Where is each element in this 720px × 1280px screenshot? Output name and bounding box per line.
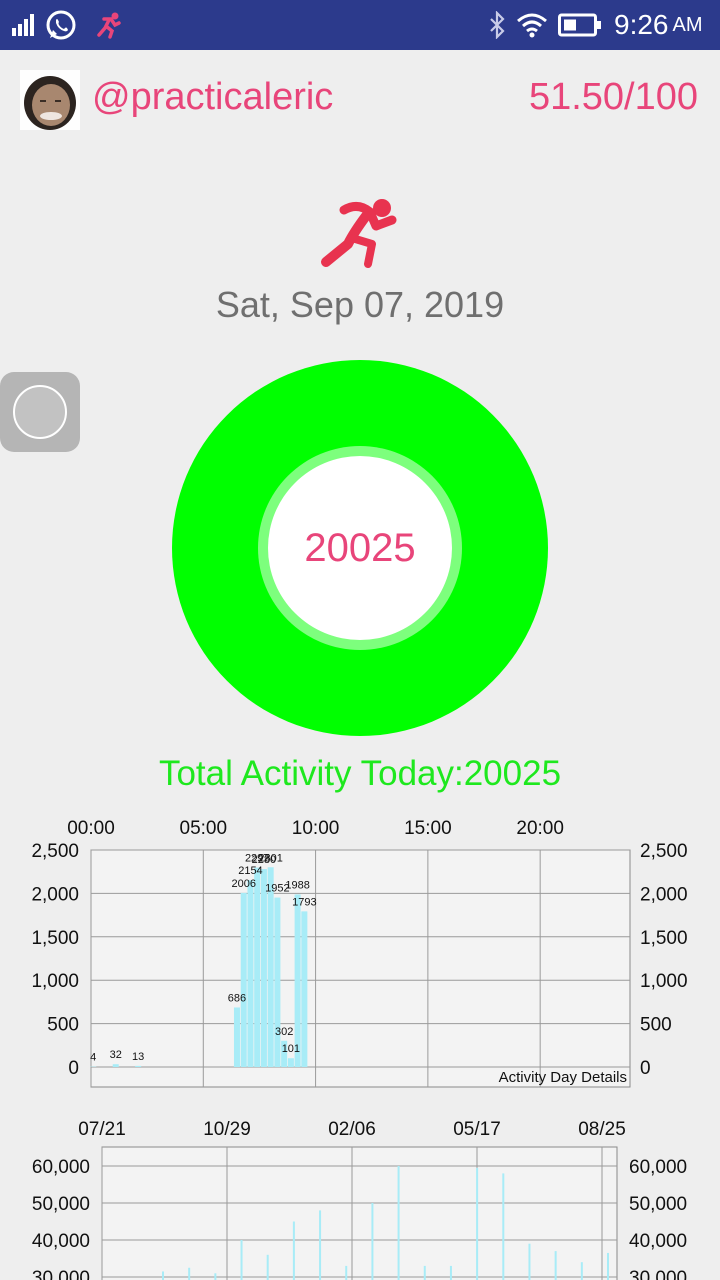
clock-ampm: AM (672, 13, 703, 36)
y-tick-label-left: 60,000 (32, 1157, 90, 1178)
data-label: 2154 (238, 865, 262, 877)
clock-time: 9:26 (614, 9, 669, 40)
chart-bar (266, 1254, 269, 1280)
y-tick-label-right: 2,500 (640, 841, 688, 862)
chart-bar (319, 1210, 322, 1280)
chart-bar (476, 1167, 479, 1280)
x-tick-label: 05/17 (453, 1119, 501, 1140)
chart-bar (162, 1271, 164, 1280)
chart-bar (449, 1265, 452, 1280)
chart-bar (188, 1267, 191, 1280)
status-bar: 9:26 AM (0, 0, 720, 50)
chart-bar (294, 894, 301, 1067)
y-tick-label-right: 0 (640, 1058, 651, 1079)
y-tick-label-left: 500 (47, 1015, 79, 1036)
data-label: 101 (282, 1043, 300, 1055)
data-label: 32 (110, 1049, 122, 1061)
floating-assist-button[interactable] (0, 372, 80, 452)
chart-plot-area (90, 849, 631, 1088)
data-label: 13 (132, 1051, 144, 1063)
data-label: 1793 (292, 896, 316, 908)
activity-ring: 20025 (172, 360, 548, 736)
chart-bar (287, 1058, 294, 1067)
x-tick-label: 07/21 (78, 1119, 126, 1140)
chart-bar (345, 1265, 348, 1280)
y-tick-label-right: 2,000 (640, 884, 688, 905)
score: 51.50/100 (528, 76, 698, 118)
signal-icon (12, 0, 36, 50)
y-tick-label-right: 60,000 (629, 1157, 687, 1178)
whatsapp-icon (45, 0, 77, 50)
data-label: 302 (275, 1026, 293, 1038)
x-tick-label: 00:00 (67, 818, 115, 839)
chart-bar (397, 1166, 400, 1280)
y-tick-label-right: 40,000 (629, 1231, 687, 1252)
activity-center-value: 20025 (268, 456, 452, 640)
chart-bar (240, 1240, 243, 1280)
chart-bar (135, 1065, 142, 1067)
battery-icon (558, 0, 602, 50)
day-activity-chart: 0 0 500 500 1,000 1,000 1,500 1,500 2,000 2,000 2,… (31, 818, 688, 1088)
chart-bar (233, 1007, 240, 1067)
wifi-icon (516, 0, 548, 50)
runner-notification-icon (95, 0, 123, 50)
data-label: 4 (90, 1052, 96, 1064)
chart-bar (580, 1262, 583, 1280)
y-tick-label-left: 2,500 (31, 841, 79, 862)
chart-bar (260, 869, 267, 1067)
bluetooth-icon (488, 0, 506, 50)
chart-bar (528, 1243, 531, 1280)
history-activity-chart: 60,000 60,000 50,000 50,000 40,000 40,000 30,0… (32, 1119, 687, 1280)
x-tick-label: 05:00 (180, 818, 228, 839)
chart-bar (214, 1273, 217, 1280)
x-tick-label: 20:00 (516, 818, 564, 839)
y-tick-label-left: 50,000 (32, 1194, 90, 1215)
chart-bar (423, 1265, 426, 1280)
chart-bar (240, 892, 247, 1067)
chart-bar (247, 880, 254, 1067)
y-tick-label-left: 1,000 (31, 971, 79, 992)
chart-bar (301, 911, 308, 1067)
circle-icon (13, 385, 67, 439)
data-label: 2006 (231, 878, 255, 890)
y-tick-label-right: 50,000 (629, 1194, 687, 1215)
clock: 9:26 AM (614, 0, 703, 50)
data-label: 1988 (285, 879, 309, 891)
chart-bar (292, 1221, 295, 1280)
chart-bar (371, 1203, 374, 1280)
x-tick-label: 08/25 (578, 1119, 626, 1140)
y-tick-label-right: 1,000 (640, 971, 688, 992)
y-tick-label-left: 1,500 (31, 928, 79, 949)
y-tick-label-left: 40,000 (32, 1231, 90, 1252)
x-tick-label: 02/06 (328, 1119, 376, 1140)
username[interactable]: @practicaleric (92, 76, 333, 119)
chart-bar (267, 867, 274, 1067)
y-tick-label-left: 0 (68, 1058, 79, 1079)
x-tick-label: 10/29 (203, 1119, 251, 1140)
avatar[interactable] (20, 70, 80, 130)
data-label: 2301 (258, 852, 282, 864)
y-tick-label-right: 30,000 (629, 1268, 687, 1280)
chart-plot-area (101, 1146, 618, 1280)
chart-bar (112, 1064, 119, 1067)
y-tick-label-left: 30,000 (32, 1268, 90, 1280)
runner-icon (318, 196, 402, 268)
chart-bar (607, 1252, 609, 1280)
chart-bar (274, 897, 281, 1067)
activity-date: Sat, Sep 07, 2019 (215, 284, 505, 325)
x-tick-label: 10:00 (292, 818, 340, 839)
y-tick-label-right: 1,500 (640, 928, 688, 949)
chart-bar (554, 1251, 557, 1280)
total-activity-label: Total Activity Today:20025 (158, 754, 562, 793)
y-tick-label-right: 500 (640, 1015, 672, 1036)
x-tick-label: 15:00 (404, 818, 452, 839)
chart-bar (254, 867, 261, 1067)
chart-bar (502, 1173, 505, 1280)
data-label: 686 (228, 992, 246, 1004)
chart-title: Activity Day Details (499, 1069, 627, 1086)
y-tick-label-left: 2,000 (31, 884, 79, 905)
